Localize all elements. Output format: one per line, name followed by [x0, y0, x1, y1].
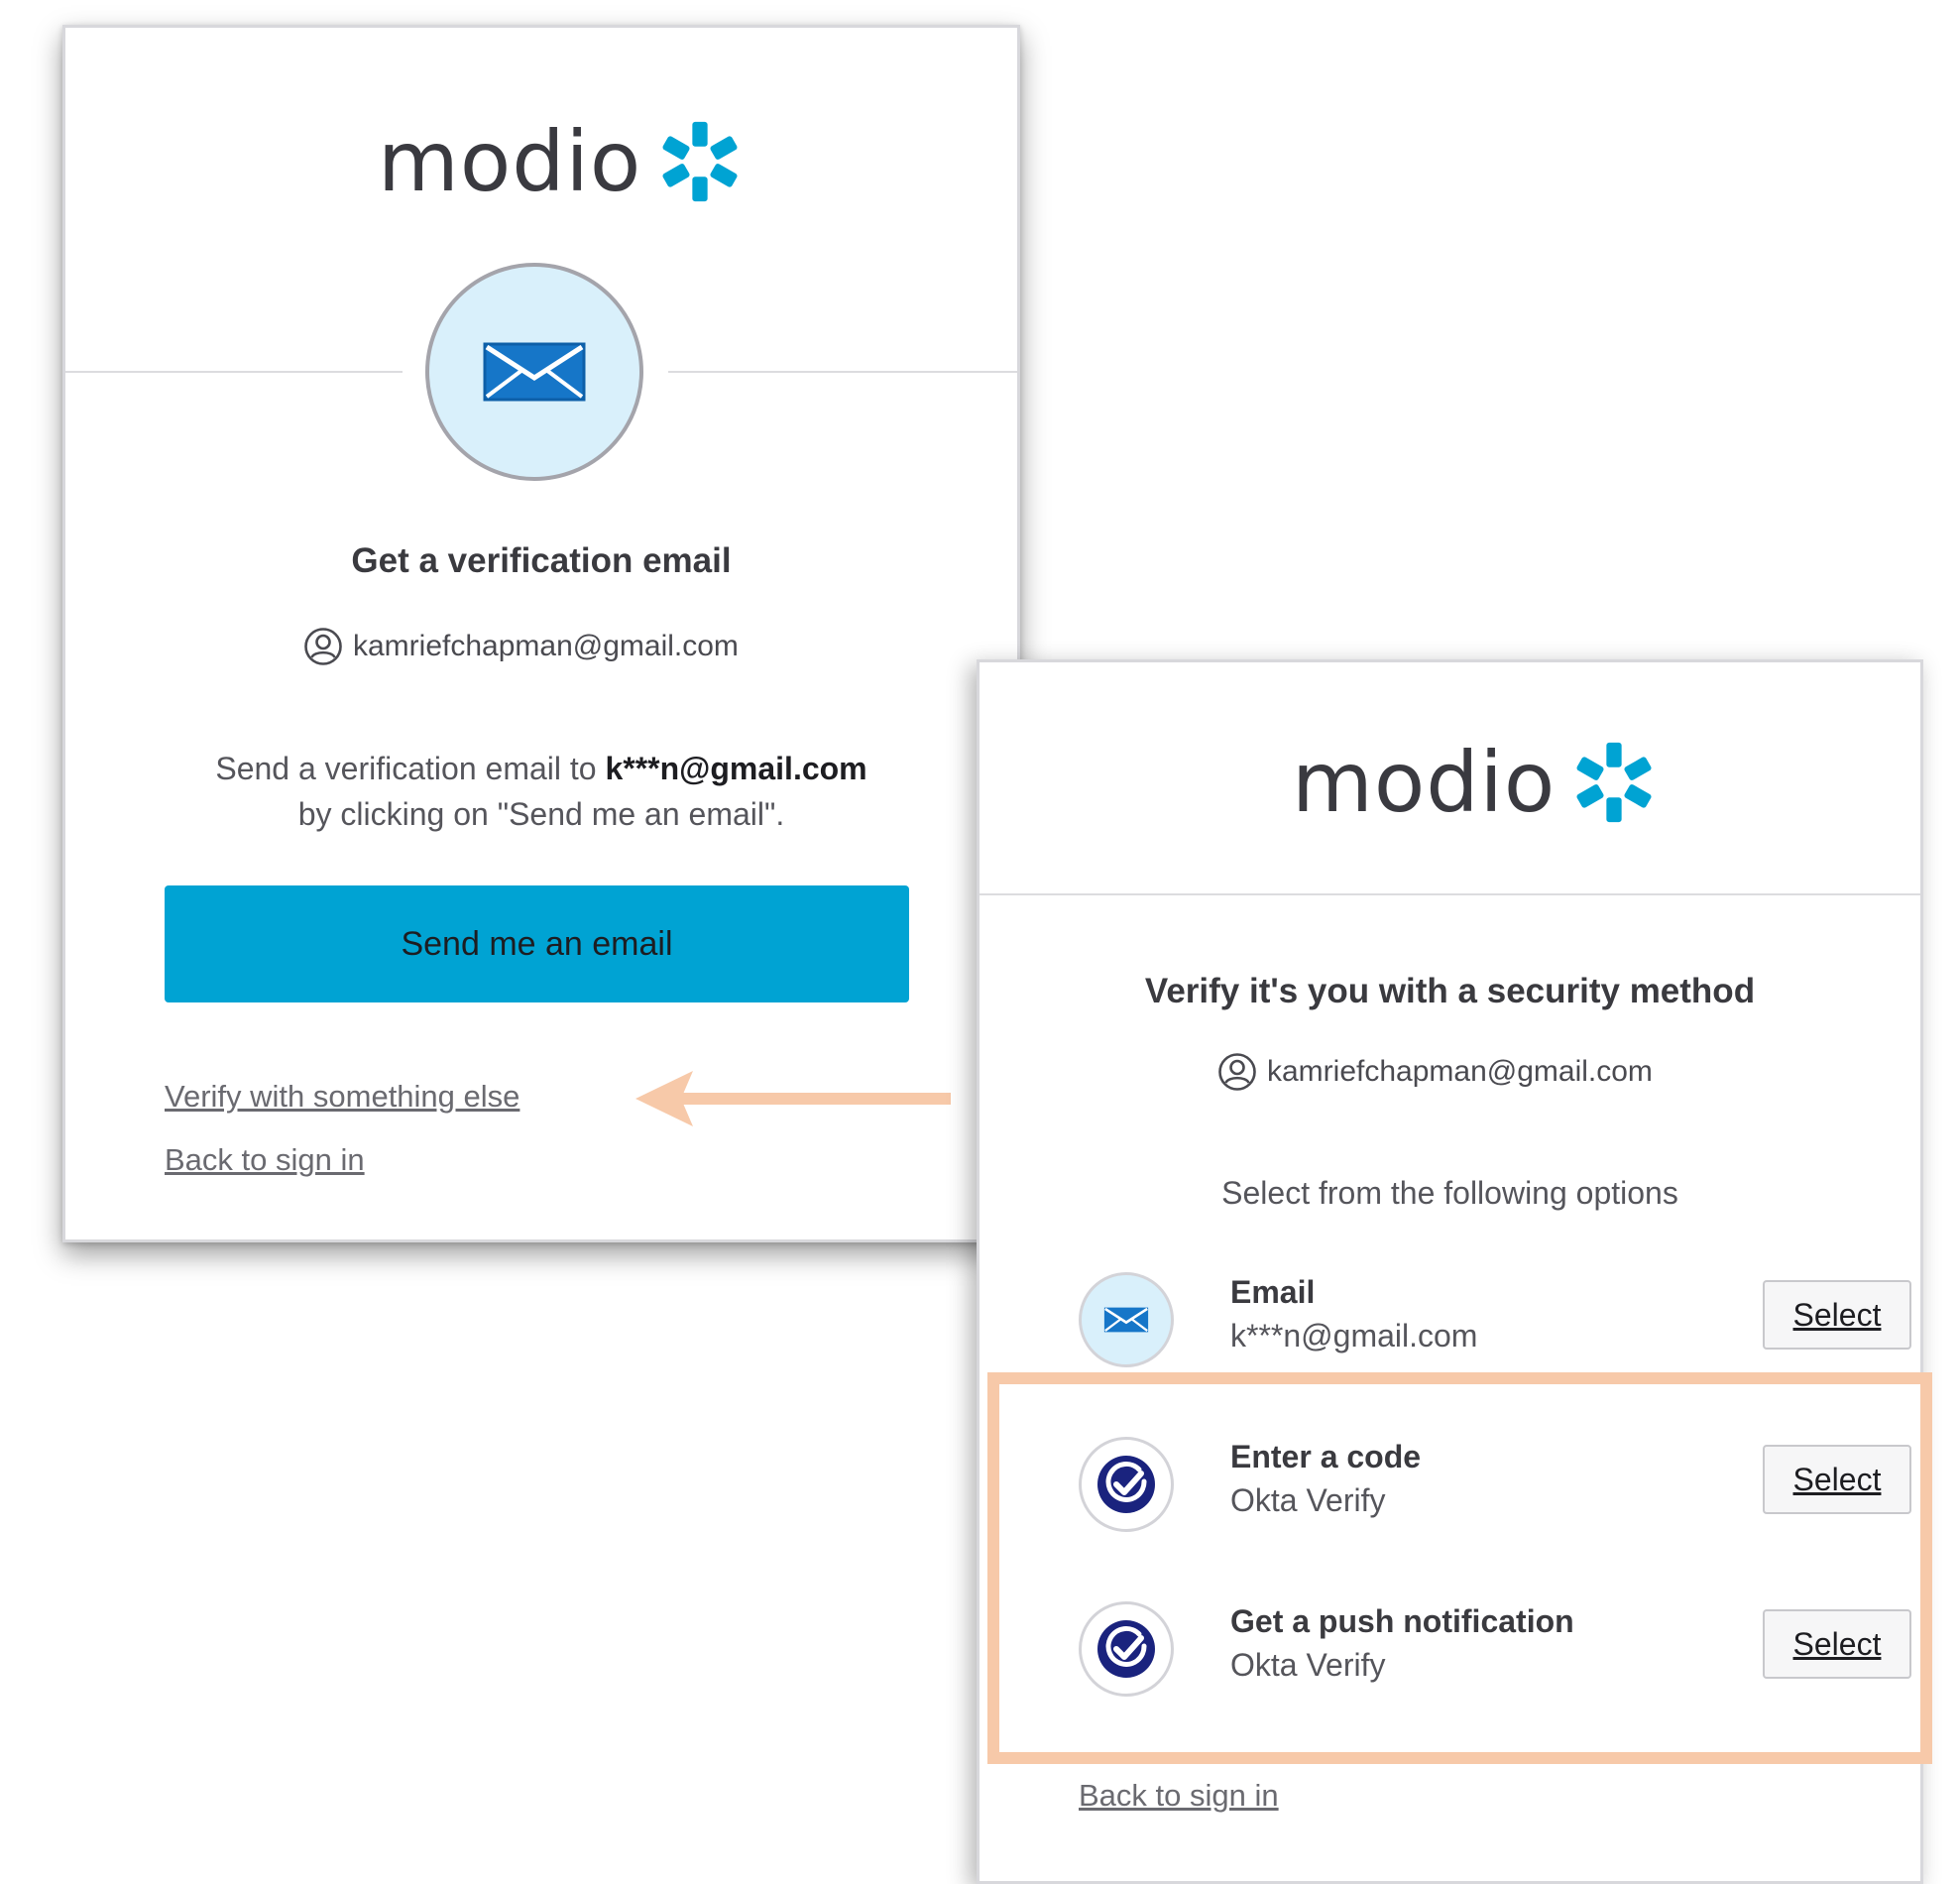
option-email: Email k***n@gmail.com Select — [1079, 1272, 1911, 1371]
option-subtitle: k***n@gmail.com — [1230, 1318, 1478, 1354]
email-verification-card: modio Get a verification email kamriefch… — [62, 25, 1020, 1242]
send-email-button[interactable]: Send me an email — [165, 885, 909, 1002]
page-title: Verify it's you with a security method — [1144, 972, 1756, 1010]
logo-text: modio — [1292, 734, 1556, 831]
page-title: Get a verification email — [351, 541, 732, 580]
instruction-prefix: Send a verification email to — [215, 751, 597, 786]
email-option-badge — [1079, 1272, 1174, 1367]
modio-logo: modio — [1292, 740, 1657, 825]
user-circle-icon — [304, 628, 342, 665]
user-identifier: kamriefchapman@gmail.com — [303, 627, 739, 666]
user-circle-icon — [1218, 1053, 1256, 1091]
select-email-button[interactable]: Select — [1763, 1280, 1911, 1350]
annotation-highlight-box — [987, 1372, 1932, 1764]
modio-star-icon — [1576, 742, 1652, 823]
options-prompt: Select from the following options — [1221, 1175, 1678, 1211]
instruction-text: Send a verification email to k***n@gmail… — [65, 746, 1017, 837]
user-identifier: kamriefchapman@gmail.com — [1217, 1052, 1653, 1092]
option-title: Email — [1230, 1274, 1316, 1310]
header-divider — [980, 893, 1920, 895]
user-email: kamriefchapman@gmail.com — [1267, 1055, 1653, 1088]
header-divider-left — [65, 371, 403, 373]
instruction-suffix: by clicking on "Send me an email". — [297, 796, 785, 832]
back-to-sign-in-link[interactable]: Back to sign in — [165, 1142, 365, 1178]
logo-text: modio — [378, 113, 642, 210]
header-divider-right — [668, 371, 1017, 373]
annotation-arrow — [635, 1071, 951, 1126]
user-email: kamriefchapman@gmail.com — [353, 630, 739, 662]
back-to-sign-in-link[interactable]: Back to sign in — [1079, 1778, 1279, 1814]
envelope-icon — [1103, 1307, 1149, 1333]
modio-star-icon — [662, 121, 738, 202]
verify-with-something-else-link[interactable]: Verify with something else — [165, 1079, 519, 1115]
envelope-icon — [483, 342, 586, 402]
masked-email: k***n@gmail.com — [605, 751, 867, 786]
email-method-badge — [425, 263, 643, 481]
modio-logo: modio — [378, 119, 743, 204]
